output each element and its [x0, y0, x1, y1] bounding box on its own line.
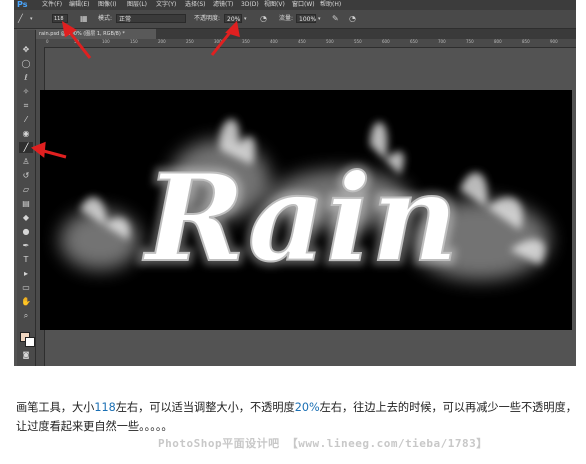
dodge-tool-icon[interactable]: ● [19, 226, 33, 237]
quick-mask-icon[interactable]: ◙ [19, 350, 33, 361]
watermark-text: PhotoShop平面设计吧 【www.lineeg.com/tieba/178… [158, 437, 488, 450]
arrow-head-icon [31, 141, 46, 158]
eraser-tool-icon[interactable]: ▱ [19, 184, 33, 195]
hand-tool-icon[interactable]: ✋ [19, 296, 33, 307]
caption-opacity-number: 20% [294, 401, 320, 414]
background-color-swatch[interactable] [25, 337, 35, 347]
blur-tool-icon[interactable]: ◆ [19, 212, 33, 223]
arrow-head-icon [225, 20, 240, 38]
shape-tool-icon[interactable]: ▭ [19, 282, 33, 293]
annotation-arrows [31, 20, 240, 159]
caption-part: 左右，可以适当调整大小，不透明度 [115, 401, 295, 414]
zoom-tool-icon[interactable]: ⌕ [19, 310, 33, 321]
history-brush-tool-icon[interactable]: ↺ [19, 170, 33, 181]
caption-part: 画笔工具，大小 [16, 401, 95, 414]
type-tool-icon[interactable]: T [19, 254, 33, 265]
pen-tool-icon[interactable]: ✒ [19, 240, 33, 251]
arrow-to-brush-size [66, 29, 92, 59]
path-select-tool-icon[interactable]: ▸ [19, 268, 33, 279]
caption-size-number: 118 [94, 401, 116, 414]
caption-text: 画笔工具，大小118左右，可以适当调整大小，不透明度20%左右，往边上去的时候，… [16, 398, 581, 436]
gradient-tool-icon[interactable]: ▤ [19, 198, 33, 209]
